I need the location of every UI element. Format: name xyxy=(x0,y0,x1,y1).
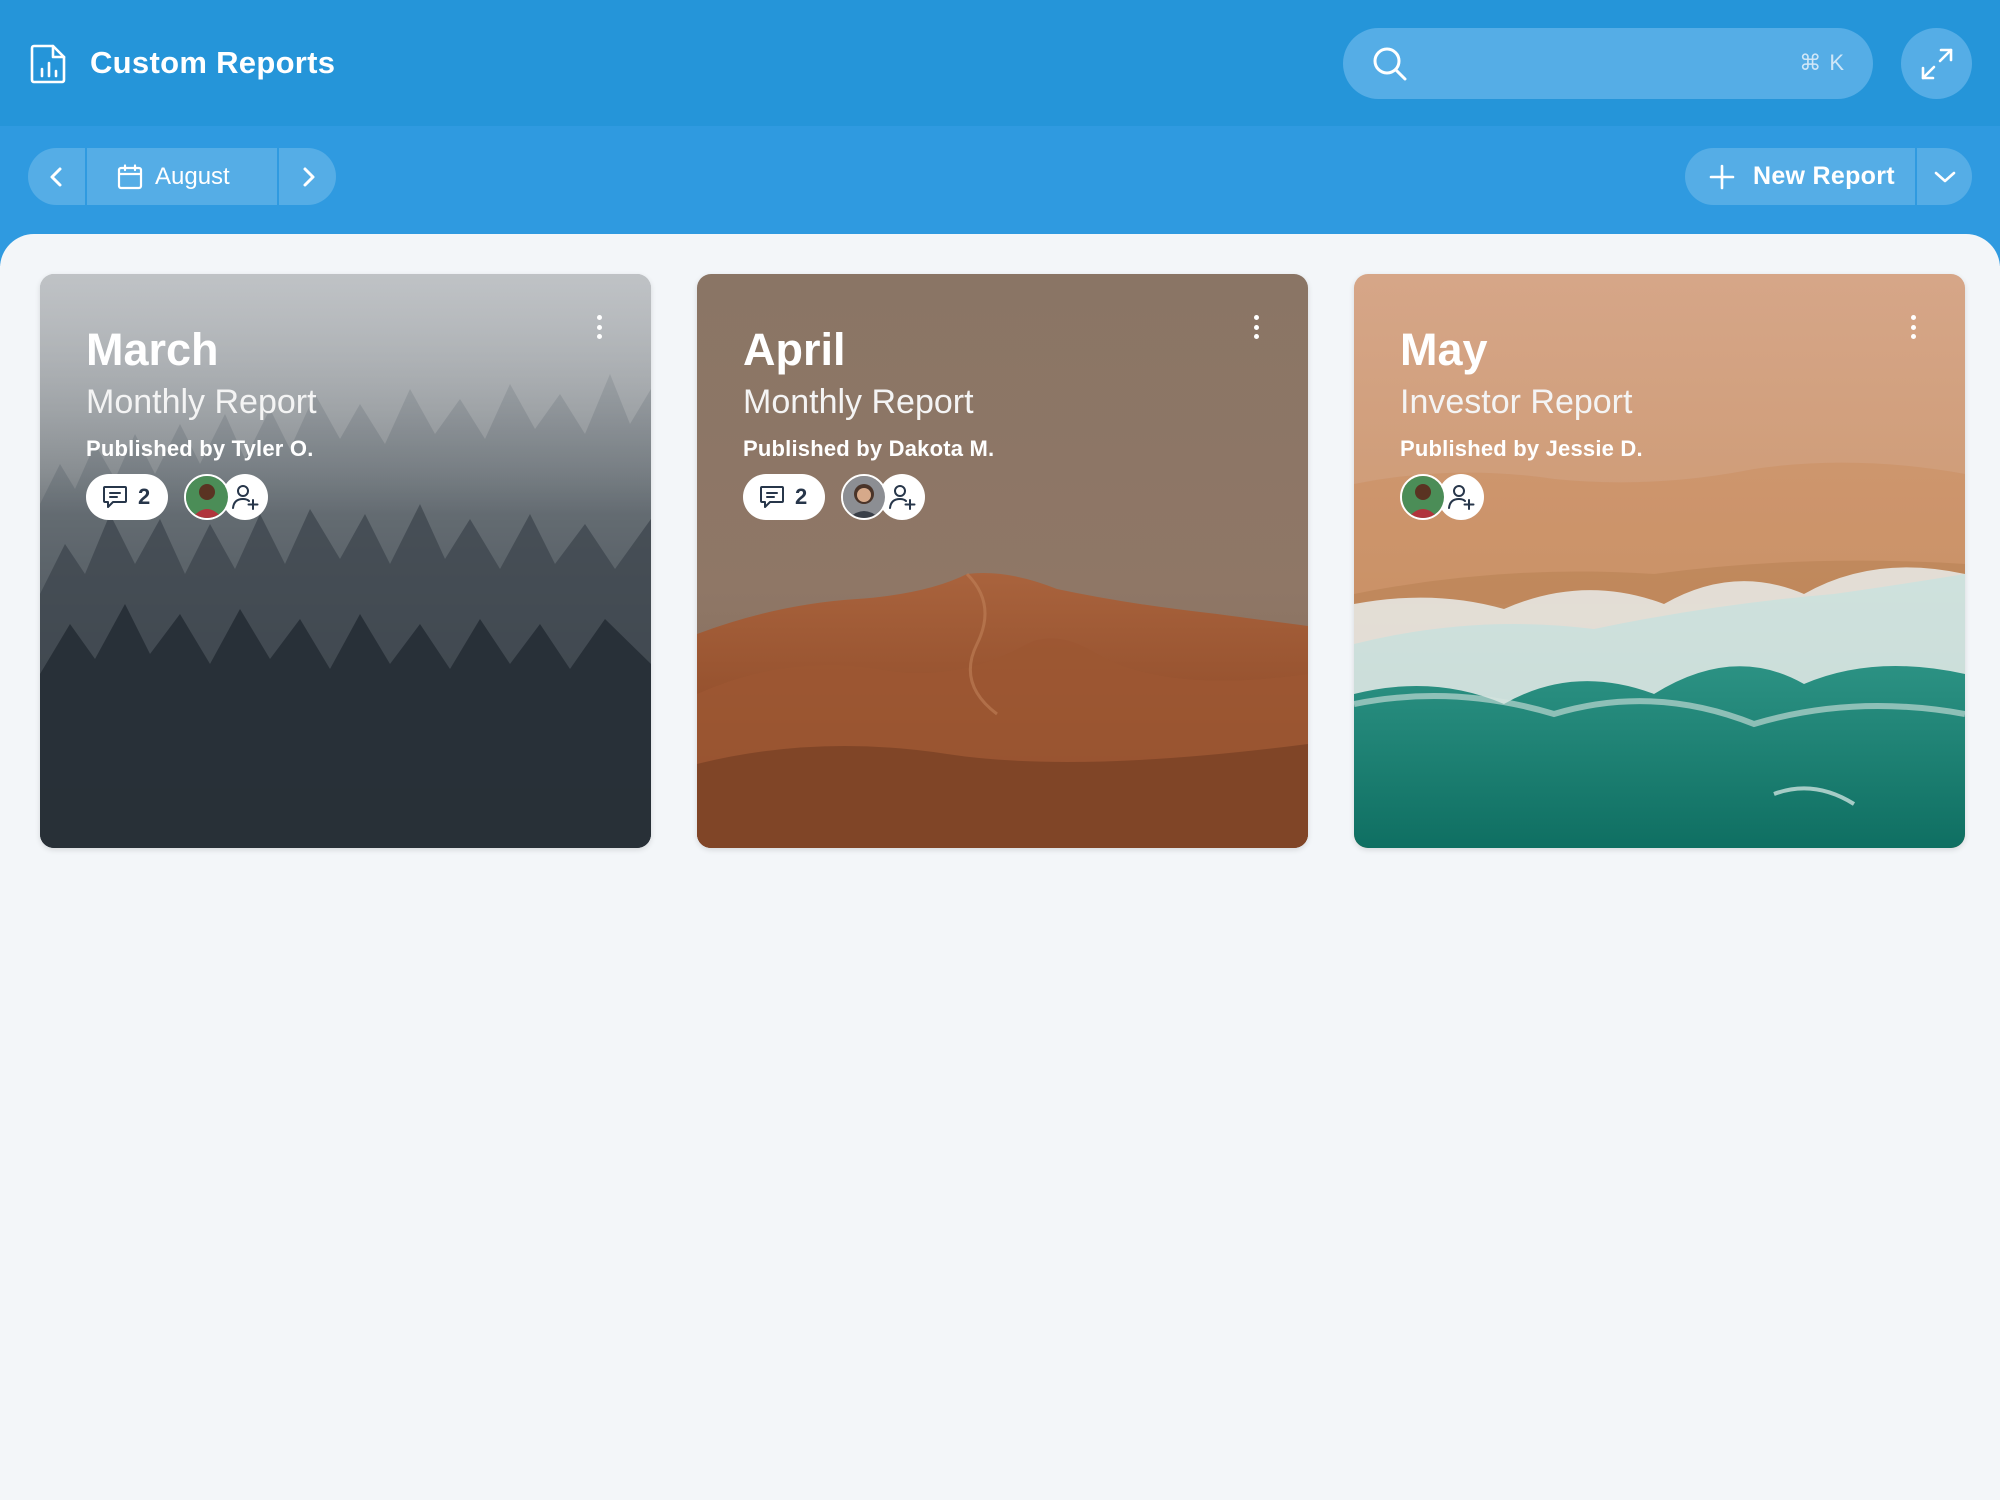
new-report-split-button: New Report xyxy=(1685,148,1972,205)
card-meta xyxy=(1400,474,1643,520)
avatar[interactable] xyxy=(841,474,887,520)
collaborators xyxy=(841,474,925,520)
card-meta: 2 xyxy=(86,474,317,520)
card-more-options-icon[interactable] xyxy=(1905,312,1921,342)
person-photo-icon xyxy=(1402,476,1444,518)
card-report-type: Monthly Report xyxy=(86,383,317,421)
card-info: May Investor Report Published by Jessie … xyxy=(1400,322,1643,520)
chevron-down-icon xyxy=(1934,171,1955,182)
card-info: March Monthly Report Published by Tyler … xyxy=(86,322,317,520)
report-card-march[interactable]: March Monthly Report Published by Tyler … xyxy=(40,274,651,848)
report-card-may[interactable]: May Investor Report Published by Jessie … xyxy=(1354,274,1965,848)
avatar[interactable] xyxy=(184,474,230,520)
next-month-button[interactable] xyxy=(279,148,336,205)
comment-count: 2 xyxy=(138,484,151,509)
person-photo-icon xyxy=(843,476,885,518)
comment-count: 2 xyxy=(795,484,808,509)
card-month: March xyxy=(86,324,219,375)
collaborators xyxy=(1400,474,1484,520)
expand-icon xyxy=(1921,48,1952,79)
expand-button[interactable] xyxy=(1901,28,1972,99)
add-user-icon xyxy=(232,485,259,510)
comments-badge[interactable]: 2 xyxy=(86,474,168,520)
report-card-april[interactable]: April Monthly Report Published by Dakota… xyxy=(697,274,1308,848)
comment-icon xyxy=(760,486,784,508)
chevron-right-icon xyxy=(303,167,314,186)
search-icon xyxy=(1373,47,1407,81)
card-more-options-icon[interactable] xyxy=(591,312,607,342)
card-report-type: Investor Report xyxy=(1400,383,1633,421)
collaborators xyxy=(184,474,268,520)
card-month: May xyxy=(1400,324,1488,375)
card-publisher: Published by Jessie D. xyxy=(1400,436,1643,461)
previous-month-button[interactable] xyxy=(28,148,85,205)
app-title: Custom Reports xyxy=(30,40,335,86)
chevron-left-icon xyxy=(50,167,61,186)
month-picker-button[interactable]: August xyxy=(87,148,277,205)
month-navigator: August xyxy=(28,148,336,205)
month-label: August xyxy=(155,162,230,190)
search-input[interactable]: ⌘ K xyxy=(1343,28,1873,99)
card-more-options-icon[interactable] xyxy=(1248,312,1264,342)
card-meta: 2 xyxy=(743,474,994,520)
avatar[interactable] xyxy=(1400,474,1446,520)
add-user-icon xyxy=(1448,485,1475,510)
person-photo-icon xyxy=(186,476,228,518)
new-report-button[interactable]: New Report xyxy=(1685,148,1915,205)
report-chart-icon xyxy=(30,44,66,84)
card-publisher: Published by Tyler O. xyxy=(86,436,314,461)
search-shortcut-hint: ⌘ K xyxy=(1799,50,1845,75)
comment-icon xyxy=(103,486,127,508)
card-report-type: Monthly Report xyxy=(743,383,974,421)
card-publisher: Published by Dakota M. xyxy=(743,436,995,461)
card-info: April Monthly Report Published by Dakota… xyxy=(743,322,994,520)
new-report-menu-button[interactable] xyxy=(1917,148,1972,205)
plus-icon xyxy=(1709,164,1735,189)
new-report-label: New Report xyxy=(1753,162,1895,190)
card-month: April xyxy=(743,324,846,375)
app-title-text: Custom Reports xyxy=(90,45,336,80)
comments-badge[interactable]: 2 xyxy=(743,474,825,520)
calendar-icon xyxy=(117,163,143,189)
add-user-icon xyxy=(889,485,916,510)
